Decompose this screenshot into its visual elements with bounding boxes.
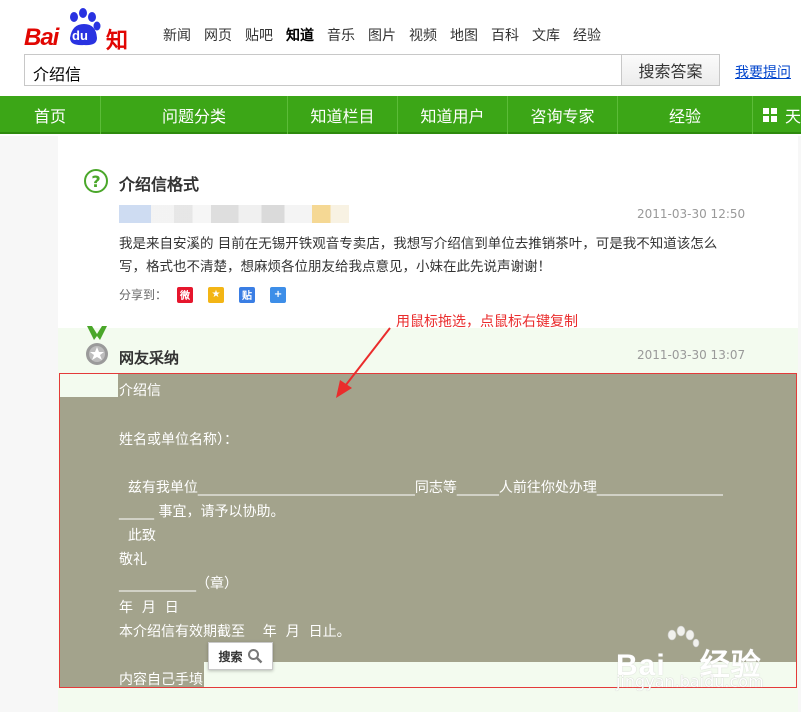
answer-line[interactable]: 年 月 日 [119, 597, 179, 617]
nav-wenku[interactable]: 文库 [532, 25, 560, 45]
tieba-share-icon[interactable]: 贴 [239, 286, 256, 303]
nav-video[interactable]: 视频 [409, 25, 437, 45]
greenbar-item-users[interactable]: 知道用户 [398, 96, 508, 134]
greenbar-item-home[interactable]: 首页 [0, 96, 101, 134]
annotation-arrow-icon [336, 327, 391, 398]
answer-line[interactable]: 此致 [119, 525, 156, 545]
grid-icon [762, 108, 777, 122]
greenbar-item-more-label: 天 [784, 107, 801, 126]
answer-line[interactable]: 敬礼 [119, 549, 147, 569]
answer-line[interactable]: ___________（章） [119, 573, 238, 593]
top-nav: 新闻 网页 贴吧 知道 音乐 图片 视频 地图 百科 文库 经验 [163, 25, 614, 45]
answer-time: 2011-03-30 13:07 [637, 348, 746, 362]
question-time: 2011-03-30 12:50 [637, 207, 746, 221]
more-share-icon[interactable]: + [270, 286, 287, 303]
nav-jingyan[interactable]: 经验 [573, 25, 601, 45]
search-popup-label: 搜索 [218, 649, 243, 664]
question-body: 我是来自安溪的 目前在无锡开铁观音专卖店，我想写介绍信到单位去推销茶叶，可是我不… [119, 236, 718, 275]
nav-map[interactable]: 地图 [450, 25, 478, 45]
annotation-text: 用鼠标拖选，点鼠标右键复制 [396, 314, 578, 330]
search-input[interactable]: 介绍信 [24, 54, 621, 86]
search-answer-button[interactable]: 搜索答案 [621, 54, 720, 86]
nav-baike[interactable]: 百科 [491, 25, 519, 45]
greenbar-item-jingyan[interactable]: 经验 [618, 96, 753, 134]
answer-line[interactable]: 本介绍信有效期截至 年 月 日止。 [119, 621, 351, 641]
logo-bai-text: Bai [24, 24, 59, 51]
blurred-username [119, 205, 349, 223]
nav-web[interactable]: 网页 [204, 25, 232, 45]
answer-line[interactable]: 介绍信 [119, 380, 161, 400]
category-nav-bar: 首页 问题分类 知道栏目 知道用户 咨询专家 经验 天 [0, 96, 801, 134]
answer-title: 网友采纳 [119, 349, 180, 367]
greenbar-item-more[interactable]: 天 [753, 96, 801, 134]
baidu-zhidao-logo[interactable]: Bai du 知道 [24, 8, 148, 86]
greenbar-item-categories[interactable]: 问题分类 [101, 96, 288, 134]
weibo-share-icon[interactable]: 微 [177, 286, 194, 303]
nav-tieba[interactable]: 贴吧 [245, 25, 273, 45]
answer-line[interactable]: _____ 事宜，请予以协助。 [119, 501, 284, 521]
magnifier-icon [247, 649, 262, 664]
page-background-left [0, 136, 58, 712]
search-popup-button[interactable]: 搜索 [208, 642, 273, 670]
logo-du-text: du [72, 28, 88, 43]
ask-question-link[interactable]: 我要提问 [735, 62, 791, 82]
question-title: 介绍信格式 [119, 175, 200, 194]
share-bar: 分享到： 微 ★ 贴 + [119, 286, 287, 303]
nav-music[interactable]: 音乐 [327, 25, 355, 45]
question-mark-icon: ? [84, 169, 108, 193]
nav-news[interactable]: 新闻 [163, 25, 191, 45]
answer-line[interactable]: 兹有我单位_______________________________同志等_… [119, 477, 723, 497]
medal-icon [86, 326, 108, 365]
nav-zhidao[interactable]: 知道 [286, 25, 314, 45]
watermark-url: jingyan.baidu.com [616, 672, 764, 691]
answer-line[interactable]: 内容自己手填 [119, 669, 203, 689]
share-label: 分享到： [119, 288, 168, 302]
greenbar-item-columns[interactable]: 知道栏目 [288, 96, 398, 134]
greenbar-item-experts[interactable]: 咨询专家 [508, 96, 618, 134]
qzone-share-icon[interactable]: ★ [208, 286, 225, 303]
answer-line[interactable]: 姓名或单位名称）： [119, 429, 238, 449]
nav-images[interactable]: 图片 [368, 25, 396, 45]
